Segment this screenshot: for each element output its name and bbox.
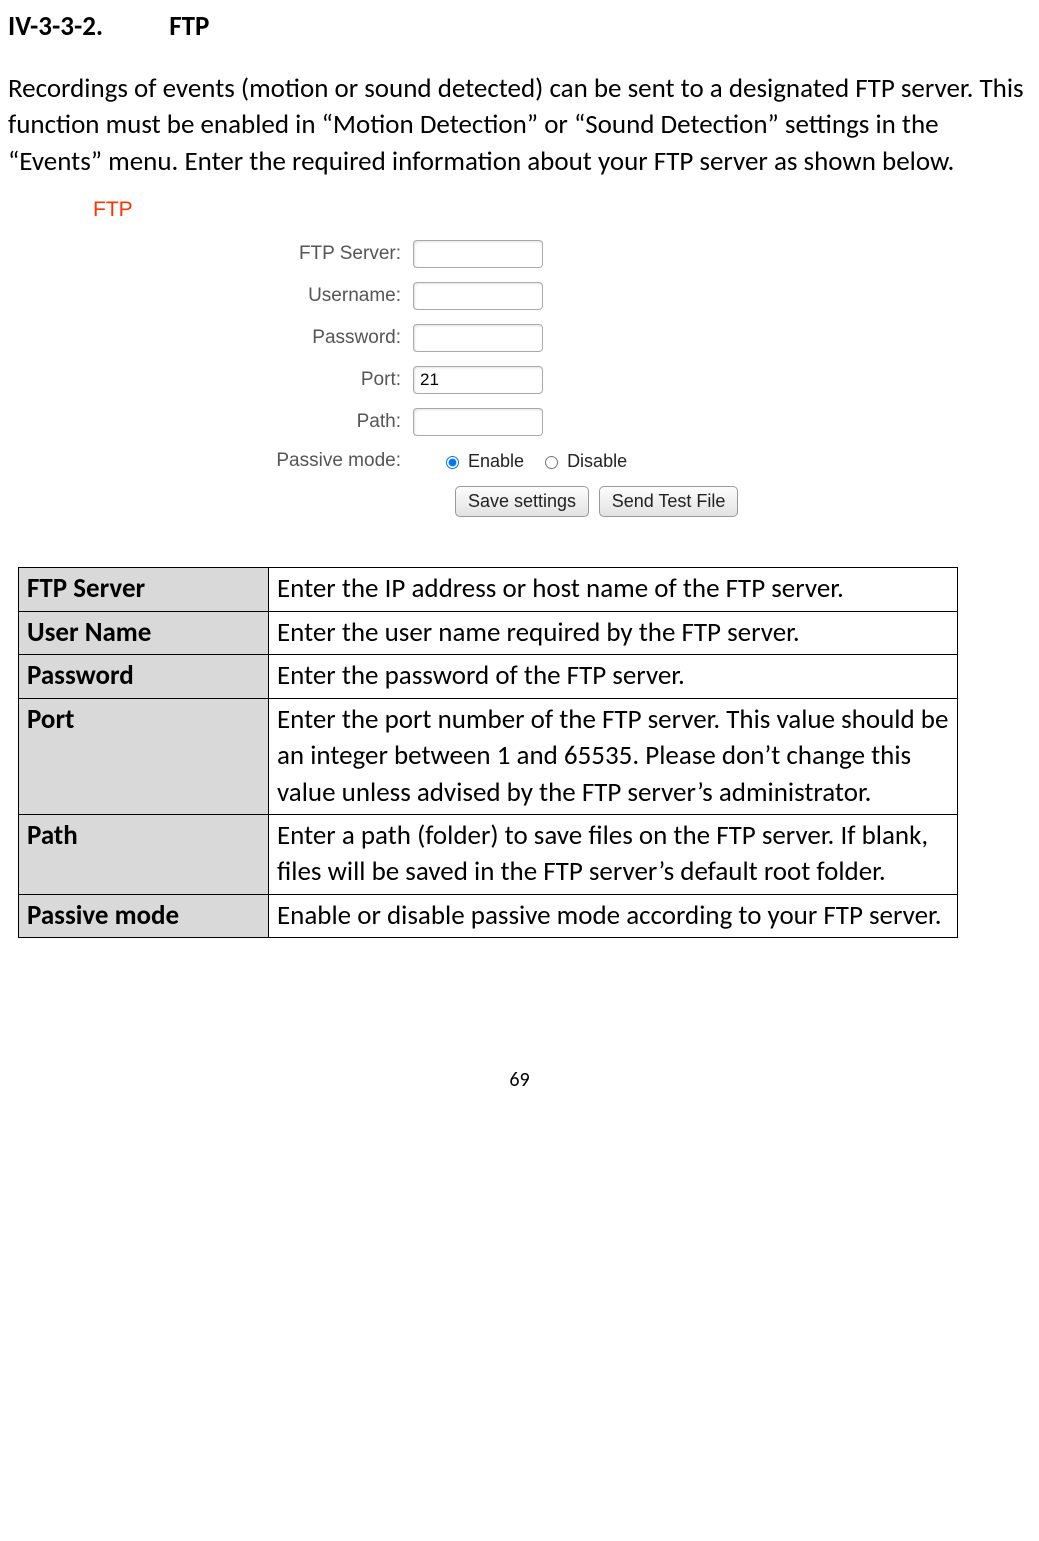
- button-row: Save settings Send Test File: [455, 486, 1031, 517]
- row-username: Username:: [63, 282, 1031, 310]
- radio-passive-disable[interactable]: [545, 456, 558, 469]
- table-row: Path Enter a path (folder) to save files…: [19, 814, 958, 894]
- passive-radio-group: Enable Disable: [441, 451, 637, 472]
- cell-label: Port: [19, 698, 269, 814]
- label-path: Path:: [63, 411, 413, 433]
- radio-label-enable: Enable: [468, 451, 524, 472]
- cell-label: Password: [19, 655, 269, 698]
- description-table: FTP Server Enter the IP address or host …: [18, 567, 958, 938]
- ftp-form: FTP FTP Server: Username: Password: Port…: [63, 198, 1031, 517]
- section-title: FTP: [169, 10, 209, 43]
- cell-desc: Enable or disable passive mode according…: [269, 894, 958, 937]
- cell-desc: Enter the user name required by the FTP …: [269, 611, 958, 654]
- row-path: Path:: [63, 408, 1031, 436]
- section-header: IV-3-3-2. FTP: [8, 10, 1031, 43]
- table-row: Port Enter the port number of the FTP se…: [19, 698, 958, 814]
- section-number: IV-3-3-2.: [8, 10, 103, 43]
- label-port: Port:: [63, 369, 413, 391]
- row-password: Password:: [63, 324, 1031, 352]
- input-password[interactable]: [413, 324, 543, 352]
- cell-label: Passive mode: [19, 894, 269, 937]
- cell-desc: Enter the port number of the FTP server.…: [269, 698, 958, 814]
- radio-passive-enable[interactable]: [446, 456, 459, 469]
- intro-paragraph: Recordings of events (motion or sound de…: [8, 71, 1031, 180]
- radio-label-disable: Disable: [567, 451, 627, 472]
- send-test-file-button[interactable]: Send Test File: [599, 486, 739, 517]
- table-row: Passive mode Enable or disable passive m…: [19, 894, 958, 937]
- cell-label: FTP Server: [19, 568, 269, 611]
- cell-desc: Enter the IP address or host name of the…: [269, 568, 958, 611]
- label-ftp-server: FTP Server:: [63, 243, 413, 265]
- row-ftp-server: FTP Server:: [63, 240, 1031, 268]
- input-path[interactable]: [413, 408, 543, 436]
- table-row: FTP Server Enter the IP address or host …: [19, 568, 958, 611]
- row-port: Port:: [63, 366, 1031, 394]
- row-passive-mode: Passive mode: Enable Disable: [63, 450, 1031, 472]
- cell-label: Path: [19, 814, 269, 894]
- save-settings-button[interactable]: Save settings: [455, 486, 589, 517]
- input-username[interactable]: [413, 282, 543, 310]
- input-port[interactable]: [413, 366, 543, 394]
- cell-desc: Enter the password of the FTP server.: [269, 655, 958, 698]
- table-row: User Name Enter the user name required b…: [19, 611, 958, 654]
- label-password: Password:: [63, 327, 413, 349]
- table-row: Password Enter the password of the FTP s…: [19, 655, 958, 698]
- cell-desc: Enter a path (folder) to save files on t…: [269, 814, 958, 894]
- page-number: 69: [8, 1068, 1031, 1092]
- label-passive-mode: Passive mode:: [63, 450, 413, 472]
- cell-label: User Name: [19, 611, 269, 654]
- label-username: Username:: [63, 285, 413, 307]
- form-title: FTP: [93, 198, 1031, 222]
- input-ftp-server[interactable]: [413, 240, 543, 268]
